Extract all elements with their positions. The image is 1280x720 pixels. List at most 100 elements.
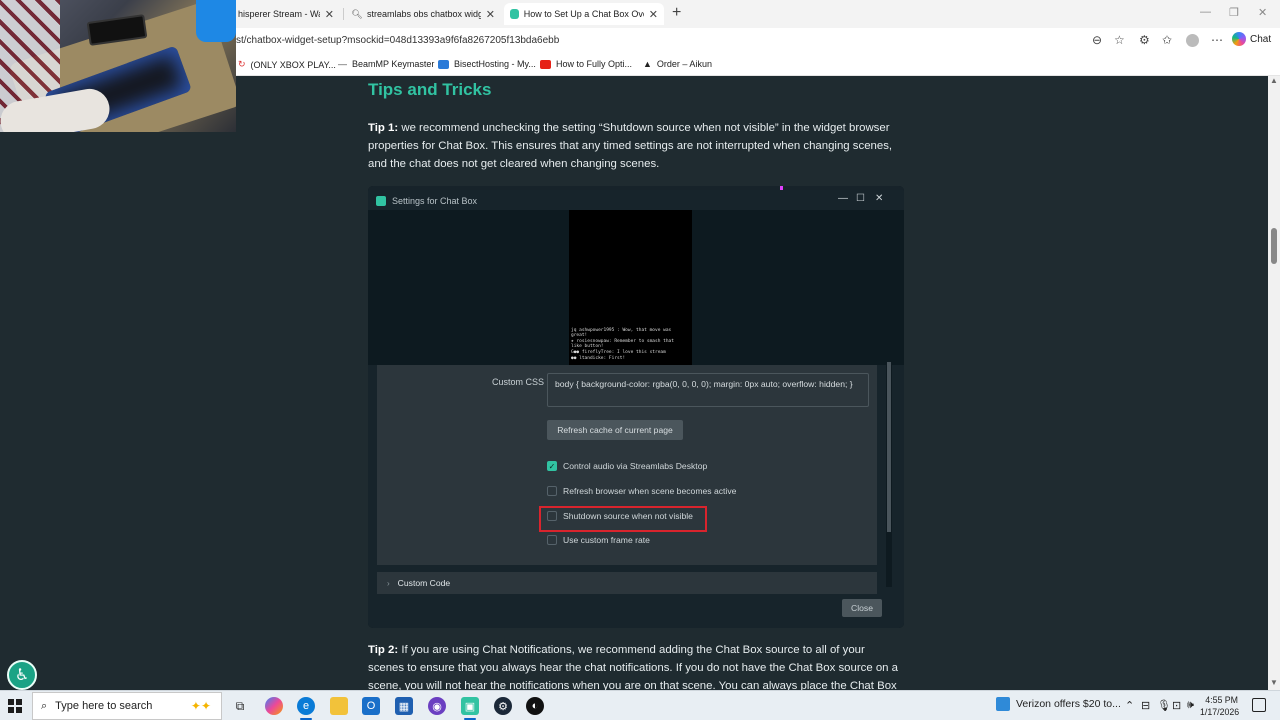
chevron-up-icon[interactable]: ⌃	[1125, 699, 1134, 712]
news-widget[interactable]: Verizon offers $20 to...	[996, 697, 1121, 711]
tip-1-label: Tip 1:	[368, 122, 399, 134]
streamlabs-icon	[510, 9, 519, 19]
new-tab-button[interactable]: +	[672, 4, 681, 22]
search-icon: 🔍︎	[351, 8, 363, 19]
profile-avatar[interactable]	[1186, 34, 1199, 47]
tab-separator	[343, 8, 344, 20]
refresh-icon: ↻	[238, 59, 246, 69]
checkbox-control-audio: ✓ Control audio via Streamlabs Desktop	[547, 461, 707, 471]
tab-search[interactable]: 🔍︎ streamlabs obs chatbox widget ho ✕	[346, 3, 501, 25]
page-scrollbar[interactable]: ▲ ▼	[1268, 76, 1280, 690]
dialog-close-button: Close	[842, 599, 882, 617]
panel-scroll-thumb	[887, 362, 891, 532]
youtube-icon	[540, 59, 551, 69]
section-heading: Tips and Tricks	[368, 80, 492, 99]
streamlabs-icon[interactable]: ▣	[461, 697, 479, 715]
custom-css-label: Custom CSS	[492, 377, 545, 387]
file-explorer-icon[interactable]	[330, 697, 348, 715]
news-icon	[996, 697, 1010, 711]
store-icon[interactable]: ▦	[395, 697, 413, 715]
scroll-thumb[interactable]	[1271, 228, 1277, 264]
meet-now-icon[interactable]: ⊟	[1141, 699, 1150, 712]
bookmark-label: BeamMP Keymaster	[352, 59, 435, 69]
reading-mode-icon[interactable]: ⊖	[1092, 33, 1102, 47]
bookmark-label: BisectHosting - My...	[454, 59, 536, 69]
microphone-icon[interactable]: 🎙︎	[1157, 699, 1171, 712]
custom-css-field: body { background-color: rgba(0, 0, 0, 0…	[547, 373, 869, 407]
close-icon: ✕	[875, 193, 884, 204]
copilot-icon[interactable]	[265, 697, 283, 715]
copilot-icon	[1232, 32, 1246, 46]
settings-screenshot: Settings for Chat Box — ☐ ✕ jq ashwpower…	[368, 186, 904, 628]
restore-icon[interactable]: ❐	[1229, 6, 1239, 19]
web-page: Tips and Tricks Tip 1: we recommend unch…	[0, 76, 1268, 690]
star-icon[interactable]: ☆	[1114, 33, 1125, 47]
notification-icon[interactable]	[1252, 698, 1266, 712]
scroll-up-icon[interactable]: ▲	[1270, 76, 1278, 85]
bookmark-bisect[interactable]: BisectHosting - My...	[438, 59, 536, 69]
accessibility-button[interactable]: ♿︎	[7, 660, 37, 690]
app-icon[interactable]: ◐	[526, 697, 544, 715]
favorites-icon[interactable]: ✩	[1162, 33, 1172, 47]
news-text: Verizon offers $20 to...	[1016, 698, 1121, 710]
tab-label: streamlabs obs chatbox widget ho	[367, 9, 481, 19]
dialog-title: Settings for Chat Box	[392, 196, 478, 206]
highlight-box	[539, 506, 707, 532]
bookmark-beammp[interactable]: — BeamMP Keymaster	[338, 59, 434, 69]
dialog-titlebar: Settings for Chat Box	[376, 196, 477, 206]
checkbox-label: Refresh browser when scene becomes activ…	[563, 486, 737, 496]
minimize-icon: —	[838, 193, 848, 204]
close-icon[interactable]: ✕	[486, 8, 495, 21]
close-window-icon[interactable]: ✕	[1258, 6, 1267, 19]
scroll-down-icon[interactable]: ▼	[1270, 678, 1278, 687]
tab-chatbox-guide[interactable]: How to Set Up a Chat Box Overlay ✕	[504, 3, 664, 25]
checkbox-custom-frame-rate: Use custom frame rate	[547, 535, 650, 545]
outlook-icon[interactable]: O	[362, 697, 380, 715]
checkbox-icon	[547, 486, 557, 496]
tip-2-text: If you are using Chat Notifications, we …	[368, 644, 898, 690]
system-clock[interactable]: 4:55 PM 1/17/2026	[1200, 694, 1239, 718]
webcam-cup	[196, 0, 236, 42]
url-field[interactable]: st/chatbox-widget-setup?msockid=048d1339…	[236, 35, 559, 46]
chat-line: great!	[571, 333, 588, 338]
bookmark-optimize[interactable]: How to Fully Opti...	[540, 59, 632, 69]
bookmark-label: Order – Aikun	[656, 59, 712, 69]
tip-2-label: Tip 2:	[368, 644, 399, 656]
taskbar-search[interactable]: ⌕ Type here to search ✦✦	[32, 692, 222, 720]
chevron-right-icon: ›	[387, 578, 390, 588]
minimize-icon[interactable]: —	[1200, 6, 1211, 18]
copilot-sparkle-icon: ✦✦	[190, 699, 211, 713]
tab-label: hisperer Stream - Watch L	[238, 9, 320, 19]
extensions-icon[interactable]: ⚙	[1139, 33, 1150, 47]
properties-panel: Custom CSS body { background-color: rgba…	[377, 365, 877, 565]
settings-dialog: Settings for Chat Box — ☐ ✕ jq ashwpower…	[368, 190, 904, 628]
bookmark-aikun[interactable]: ▲ Order – Aikun	[643, 59, 712, 69]
steam-icon[interactable]: ⚙	[494, 697, 512, 715]
tip-2-paragraph: Tip 2: If you are using Chat Notificatio…	[368, 641, 904, 690]
edge-icon[interactable]: e	[297, 697, 315, 715]
volume-icon[interactable]: 🕪︎	[1187, 699, 1194, 712]
network-icon[interactable]: ⊡	[1172, 699, 1181, 712]
checkbox-label: Use custom frame rate	[563, 535, 650, 545]
aikun-icon: ▲	[643, 59, 652, 69]
close-icon[interactable]: ✕	[649, 8, 658, 21]
tip-1-text: we recommend unchecking the setting “Shu…	[368, 122, 893, 170]
close-icon[interactable]: ✕	[325, 8, 334, 21]
bookmark-label: How to Fully Opti...	[556, 59, 633, 69]
clock-time: 4:55 PM	[1205, 695, 1238, 705]
bookmark-xbox[interactable]: ↻ (ONLY XBOX PLAY...	[238, 59, 336, 70]
search-placeholder: Type here to search	[55, 700, 153, 712]
chat-line: like button!	[571, 344, 604, 349]
discord-icon[interactable]: ◉	[428, 697, 446, 715]
tip-1-paragraph: Tip 1: we recommend unchecking the setti…	[368, 119, 904, 173]
chat-line: G●● fireflyTree: I love this stream	[571, 350, 666, 355]
maximize-icon: ☐	[856, 193, 865, 204]
task-view-icon[interactable]: ⧉	[231, 697, 249, 715]
copilot-chat-button[interactable]: Chat	[1232, 32, 1271, 46]
custom-code-section: › Custom Code	[377, 572, 877, 594]
windows-start-icon[interactable]	[8, 699, 22, 713]
more-icon[interactable]: ⋯	[1211, 33, 1223, 47]
streamlabs-logo-icon	[376, 196, 386, 206]
custom-code-label: Custom Code	[397, 578, 451, 588]
tab-twitch[interactable]: hisperer Stream - Watch L ✕	[232, 3, 340, 25]
